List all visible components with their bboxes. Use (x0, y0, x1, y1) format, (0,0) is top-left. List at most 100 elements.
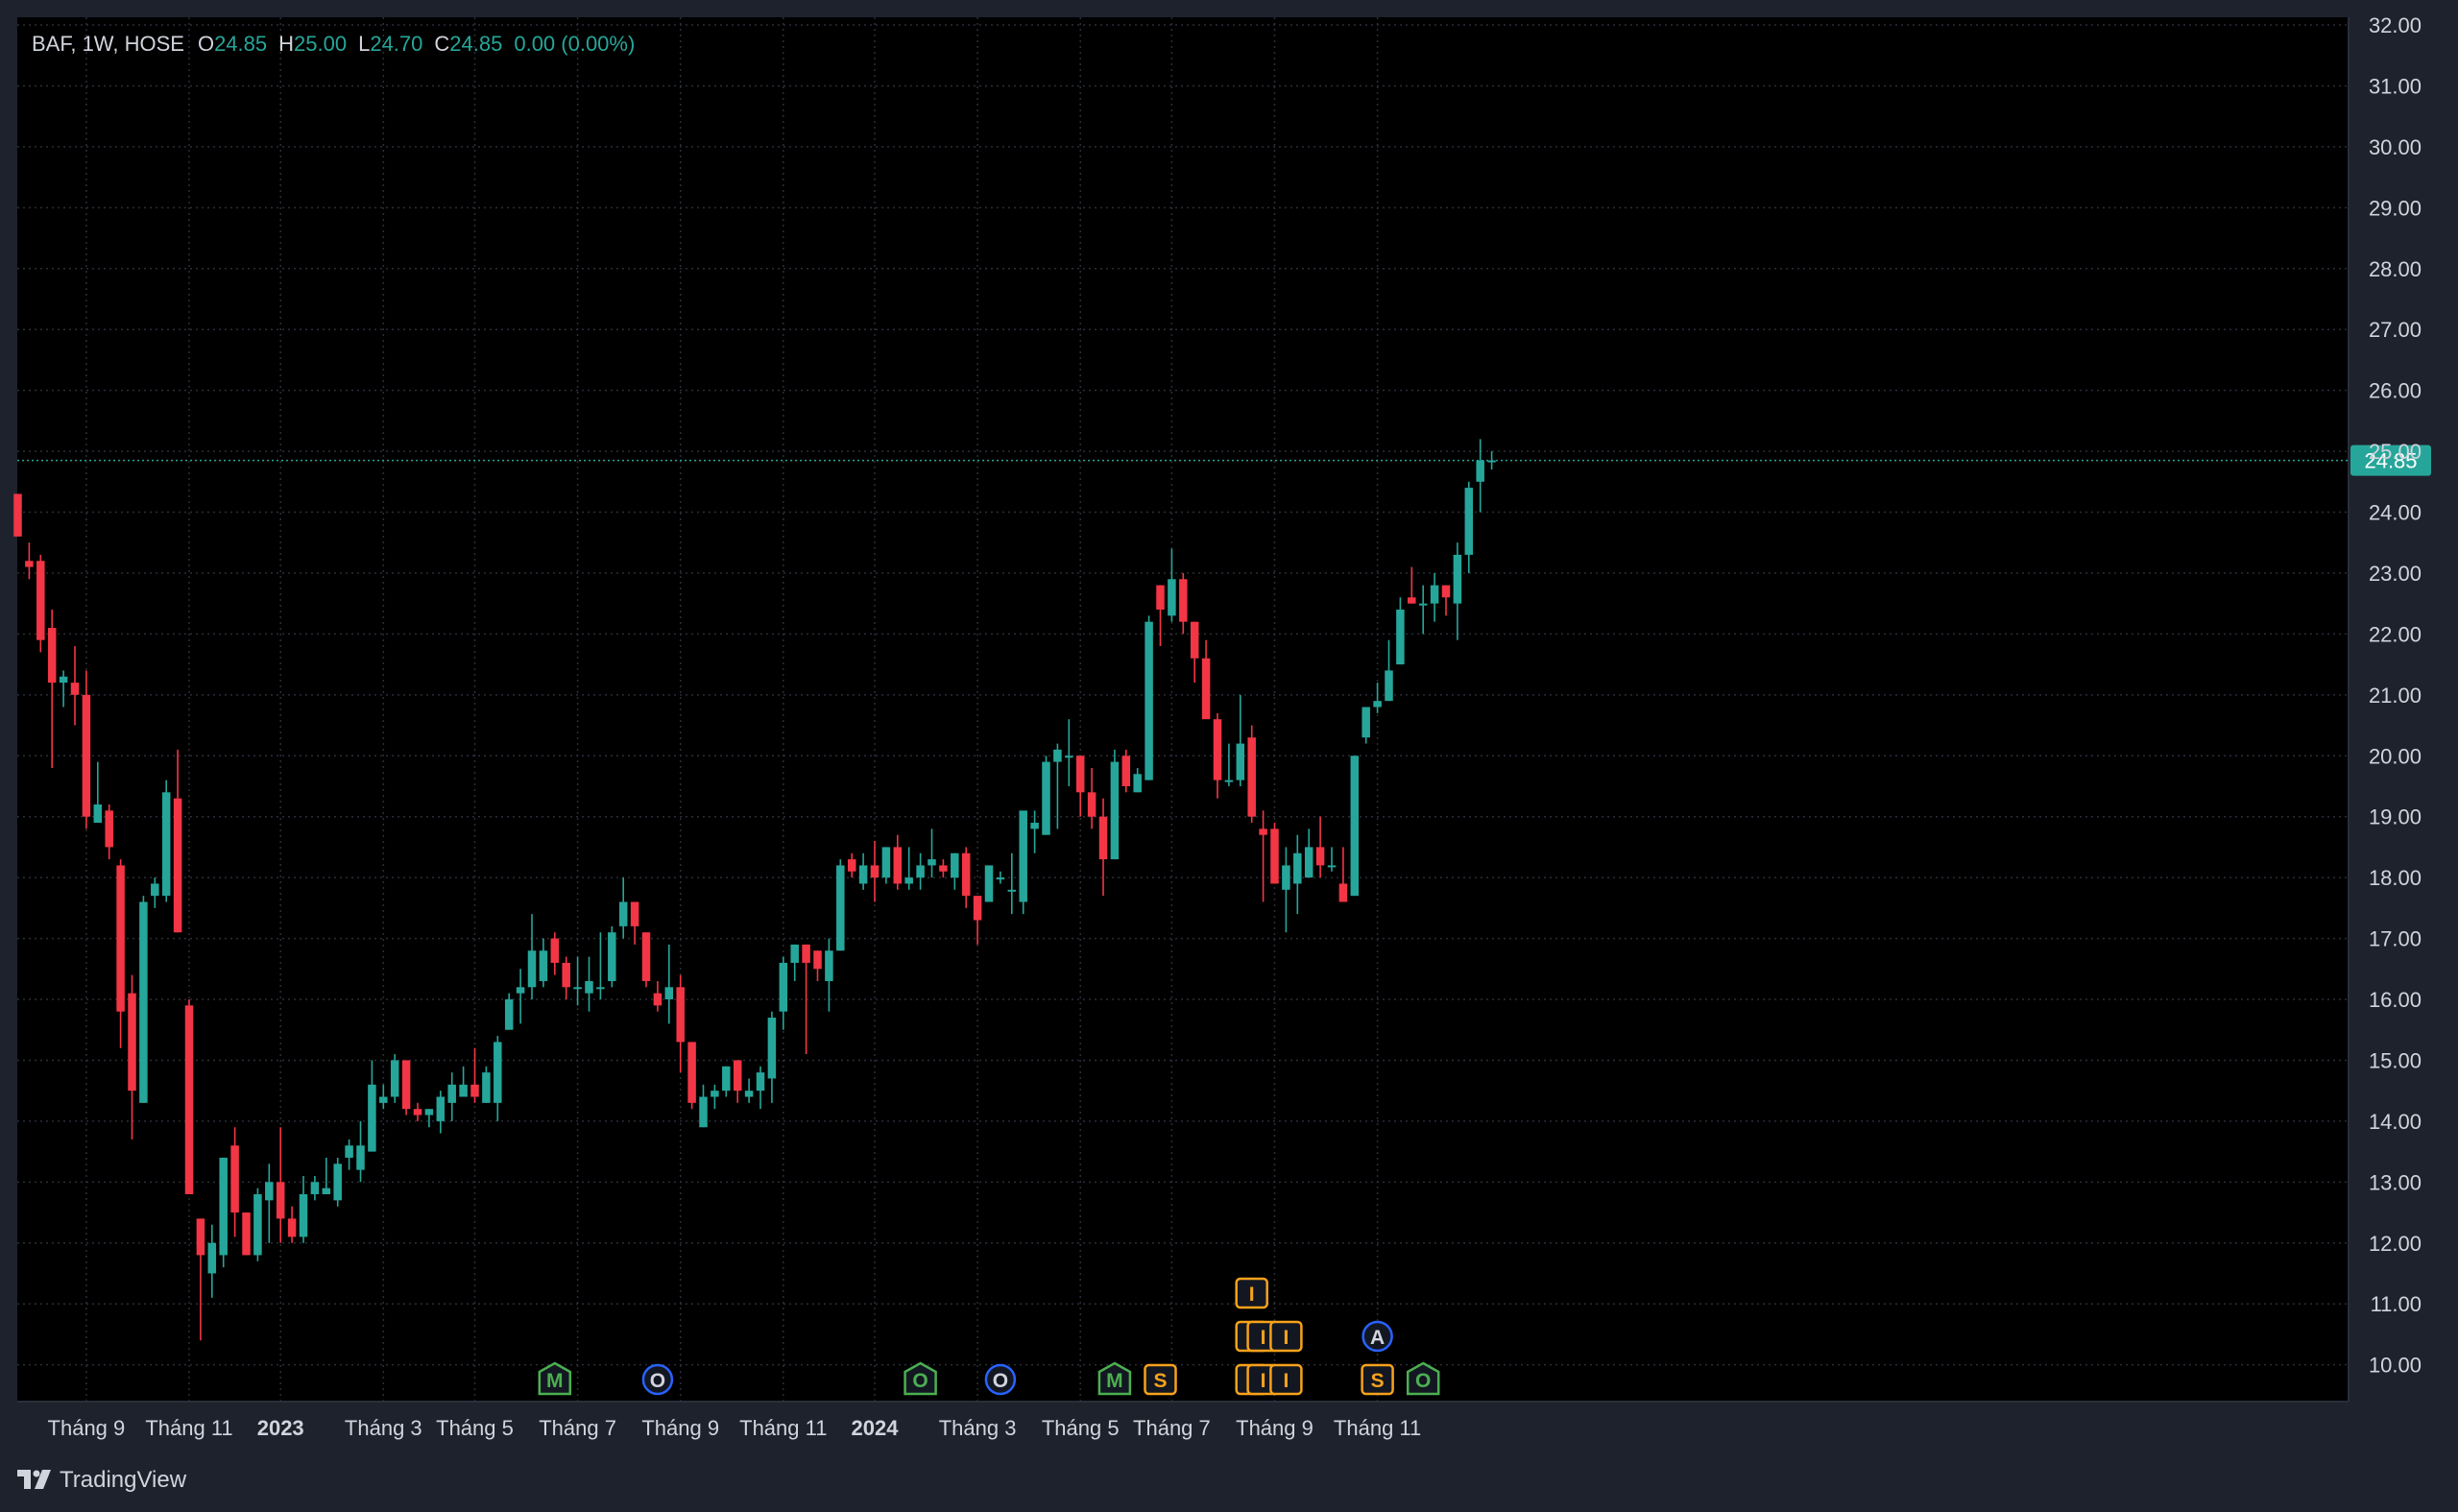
candle-down (1087, 792, 1096, 817)
low-value: 24.70 (370, 32, 423, 56)
candle-up (1327, 865, 1337, 868)
candle-down (550, 938, 560, 963)
candle-up (1304, 847, 1313, 878)
candle-up (310, 1182, 320, 1194)
candle-up (722, 1066, 731, 1092)
candle-up (596, 987, 605, 990)
candle-up (424, 1109, 434, 1116)
tradingview-logo-icon (17, 1470, 51, 1489)
candle-up (482, 1072, 491, 1103)
price-tick-label: 14.00 (2369, 1110, 2422, 1134)
event-letter: S (1371, 1370, 1385, 1392)
time-tick-label: Tháng 7 (539, 1416, 616, 1440)
candle-down (47, 628, 57, 684)
candle-down (1259, 828, 1267, 835)
candle-up (504, 999, 514, 1030)
candle-up (253, 1194, 262, 1256)
candle-up (1293, 852, 1302, 884)
candle-down (961, 852, 971, 897)
candle-up (756, 1072, 765, 1092)
candle-down (1338, 883, 1348, 902)
candle-up (1418, 603, 1428, 606)
price-tick-label: 21.00 (2369, 684, 2422, 708)
candle-down (1270, 828, 1279, 884)
candle-up (699, 1096, 708, 1128)
candle-up (219, 1157, 228, 1256)
price-tick-label: 19.00 (2369, 805, 2422, 829)
event-marker-square: S (1361, 1363, 1394, 1396)
candle-up (1385, 670, 1393, 702)
candle-down (1179, 579, 1188, 622)
candle-up (436, 1096, 446, 1121)
event-marker-circle: O (984, 1363, 1017, 1396)
price-tick-label: 15.00 (2369, 1048, 2422, 1072)
candle-up (1373, 701, 1382, 708)
candle-down (1408, 597, 1416, 604)
candle-up (951, 852, 959, 878)
candle-up (836, 865, 845, 951)
candle-up (333, 1164, 342, 1201)
time-tick-label: Tháng 9 (641, 1416, 719, 1440)
price-tick-label: 11.00 (2371, 1292, 2422, 1316)
candle-down (733, 1060, 742, 1092)
candle-down (687, 1042, 696, 1103)
candle-up (322, 1188, 331, 1194)
candle-up (904, 877, 913, 884)
high-value: 25.00 (294, 32, 348, 56)
candle-up (139, 901, 148, 1103)
candle-down (70, 683, 80, 695)
event-letter: I (1261, 1327, 1266, 1349)
time-tick-label: Tháng 3 (345, 1416, 422, 1440)
close-value: 24.85 (449, 32, 503, 56)
time-tick-label: Tháng 9 (1236, 1416, 1313, 1440)
candle-up (516, 987, 525, 994)
close-label: C (434, 32, 450, 56)
event-letter: O (650, 1370, 665, 1392)
candle-up (93, 804, 103, 824)
time-axis[interactable]: Tháng 9 Tháng 11 2023 Tháng 3 Tháng 5 Tháng 7… (48, 1416, 1422, 1440)
change-value: 0.00 (0.00%) (514, 32, 636, 56)
candle-up (1476, 460, 1484, 482)
candlestick-chart[interactable]: MOOOMSIIIIIIISAO 24.85 10.0011.0012.0013… (0, 0, 2458, 1512)
candle-up (1019, 810, 1027, 902)
candle-up (618, 901, 628, 926)
price-tick-label: 24.00 (2369, 501, 2422, 525)
event-letter: I (1283, 1370, 1289, 1392)
candle-down (470, 1084, 479, 1097)
candle-down (676, 987, 685, 1043)
candle-down (653, 993, 663, 1006)
tradingview-brand[interactable]: TradingView (17, 1467, 186, 1494)
candle-down (1190, 621, 1199, 659)
candle-up (928, 859, 936, 866)
candle-up (379, 1096, 388, 1103)
candle-down (973, 896, 982, 921)
candle-down (128, 993, 136, 1092)
candle-down (1315, 847, 1325, 866)
symbol-label: BAF, 1W, HOSE (32, 32, 184, 56)
time-tick-label: 2023 (257, 1416, 304, 1440)
candle-up (1110, 761, 1120, 860)
event-marker-square: I (1269, 1363, 1303, 1396)
price-axis[interactable]: 10.00 11.00 12.00 13.00 14.00 15.00 16.00 17.00… (2369, 13, 2422, 1378)
candle-up (539, 950, 548, 981)
price-tick-label: 20.00 (2369, 744, 2422, 768)
candle-down (1075, 756, 1085, 793)
event-letter: S (1153, 1370, 1167, 1392)
candle-up (1350, 756, 1360, 897)
price-tick-label: 31.00 (2369, 74, 2422, 98)
candle-down (847, 859, 856, 872)
candle-up (790, 944, 799, 963)
price-tick-label: 26.00 (2369, 379, 2422, 403)
candle-down (13, 493, 22, 537)
candle-down (25, 561, 34, 567)
candle-up (390, 1060, 399, 1097)
candle-up (265, 1182, 274, 1201)
price-tick-label: 29.00 (2369, 196, 2422, 220)
price-tick-label: 30.00 (2369, 135, 2422, 159)
event-marker-circle: O (641, 1363, 674, 1396)
low-label: L (358, 32, 371, 56)
candle-up (858, 865, 868, 884)
candle-up (1053, 749, 1062, 762)
event-letter: M (546, 1370, 564, 1392)
candle-down (36, 561, 45, 640)
